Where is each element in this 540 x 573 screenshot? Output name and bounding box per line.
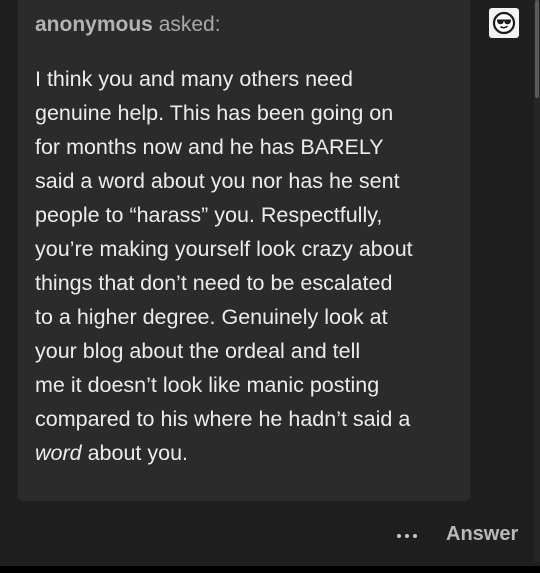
question-line: for months now and he has BARELY: [35, 135, 384, 159]
question-line: compared to his where he hadn’t said a: [35, 407, 411, 431]
question-paragraph: I think you and many others need genuine…: [35, 62, 460, 470]
ask-post-screen: anonymous asked: I think you and many ot…: [0, 0, 540, 573]
ellipsis-icon: [405, 534, 409, 538]
asker-name: anonymous: [35, 13, 153, 36]
post-footer: Answer: [0, 510, 540, 562]
more-options-button[interactable]: [392, 526, 422, 546]
question-line-end: about you.: [81, 441, 188, 465]
asker-avatar[interactable]: [489, 8, 519, 38]
ellipsis-icon: [413, 534, 417, 538]
question-line: people to “harass” you. Respectfully,: [35, 203, 383, 227]
question-line: things that don’t need to be escalated: [35, 271, 393, 295]
ellipsis-icon: [397, 534, 401, 538]
question-text: I think you and many others need genuine…: [35, 62, 460, 470]
question-line: your blog about the ordeal and tell: [35, 339, 361, 363]
question-line: said a word about you nor has he sent: [35, 169, 400, 193]
scrollbar[interactable]: [534, 0, 540, 562]
sunglasses-face-icon: [492, 11, 516, 35]
question-line: I think you and many others need: [35, 67, 353, 91]
question-line: you’re making yourself look crazy about: [35, 237, 413, 261]
asked-label: asked:: [158, 13, 221, 36]
asker-line: anonymous asked:: [35, 12, 221, 38]
question-last-line: word about you.: [35, 436, 460, 470]
question-line: to a higher degree. Genuinely look at: [35, 305, 388, 329]
question-line: me it doesn’t look like manic posting: [35, 373, 380, 397]
question-emphasis: word: [35, 441, 82, 465]
scrollbar-thumb[interactable]: [535, 0, 539, 98]
answer-button[interactable]: Answer: [446, 523, 518, 546]
question-line: genuine help. This has been going on: [35, 101, 394, 125]
bottom-edge: [0, 566, 540, 573]
